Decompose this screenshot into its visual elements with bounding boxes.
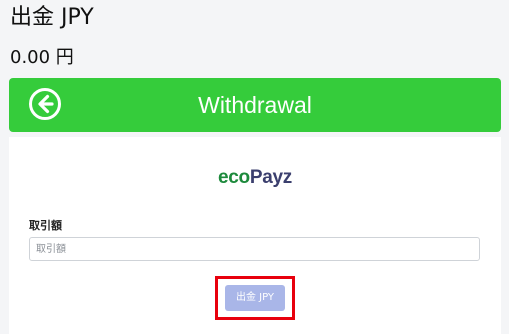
page-title: 出金 JPY bbox=[10, 5, 94, 30]
balance-display: 0.00 円 bbox=[10, 47, 74, 68]
header-title: Withdrawal bbox=[198, 92, 312, 118]
ecopayz-logo: ecoPayz bbox=[9, 167, 501, 189]
ecopayz-logo-payz: Payz bbox=[249, 167, 292, 188]
amount-label: 取引額 bbox=[29, 219, 62, 232]
ecopayz-logo-eco: eco bbox=[218, 167, 250, 188]
withdrawal-form-panel: ecoPayz 取引額 出金 JPY bbox=[9, 137, 501, 334]
header-bar: Withdrawal bbox=[9, 78, 501, 132]
withdraw-submit-button[interactable]: 出金 JPY bbox=[225, 285, 285, 311]
amount-input[interactable] bbox=[29, 237, 480, 261]
